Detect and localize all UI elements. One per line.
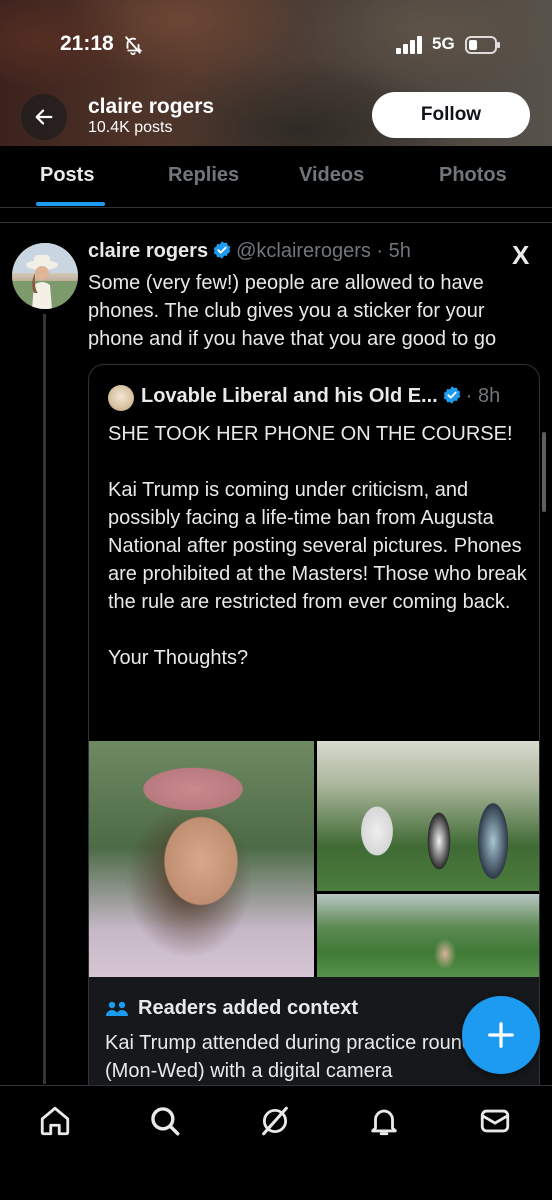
follow-button[interactable]: Follow [372, 92, 530, 138]
verified-badge-icon [213, 241, 231, 259]
context-title: Readers added context [138, 997, 359, 1019]
media-grid [89, 741, 539, 977]
media-image[interactable] [89, 741, 314, 977]
x-logo-icon: X [512, 240, 530, 270]
thread-line [43, 314, 46, 1084]
profile-tabs: Posts Replies Videos Photos [0, 146, 552, 208]
avatar[interactable] [12, 243, 78, 309]
verified-badge-icon [443, 386, 460, 404]
section-divider [0, 222, 552, 223]
arrow-left-icon [35, 109, 53, 125]
tweet-author[interactable]: claire rogers @kclairerogers · 5h [88, 240, 411, 263]
messages-icon[interactable] [478, 1104, 512, 1138]
plus-icon [488, 1022, 514, 1048]
search-icon[interactable] [148, 1104, 182, 1138]
media-image[interactable] [317, 894, 539, 977]
quote-time: · 8h [465, 385, 501, 407]
signal-icon [396, 36, 422, 54]
quote-avatar [108, 385, 134, 411]
users-icon [106, 1001, 128, 1016]
author-name: claire rogers [88, 240, 209, 262]
tweet-text: Some (very few!) people are allowed to h… [88, 272, 497, 350]
author-handle-time: @kclairerogers · 5h [236, 240, 411, 262]
quote-author-name: Lovable Liberal and his Old E... [141, 385, 438, 407]
home-icon[interactable] [38, 1104, 72, 1138]
bottom-nav [0, 1085, 552, 1200]
bell-off-icon [124, 36, 143, 56]
network-type: 5G [432, 34, 455, 53]
tab-replies[interactable]: Replies [168, 164, 239, 187]
quote-author: Lovable Liberal and his Old E... · 8h [141, 385, 500, 408]
scrollbar[interactable] [542, 432, 546, 512]
profile-name: claire rogers [88, 95, 215, 118]
status-bar: 21:18 5G [0, 30, 552, 62]
tab-posts[interactable]: Posts [40, 164, 94, 187]
active-tab-indicator [36, 202, 105, 206]
tab-photos[interactable]: Photos [439, 164, 507, 187]
tab-videos[interactable]: Videos [299, 164, 364, 187]
avatar-image [12, 243, 78, 309]
quote-text: SHE TOOK HER PHONE ON THE COURSE! Kai Tr… [108, 423, 527, 669]
battery-icon [465, 36, 500, 54]
compose-button[interactable] [462, 996, 540, 1074]
notifications-icon[interactable] [367, 1104, 401, 1138]
status-time: 21:18 [60, 32, 114, 55]
grok-icon[interactable] [258, 1104, 292, 1138]
post-count: 10.4K posts [88, 119, 173, 136]
back-button[interactable] [21, 94, 67, 140]
media-image[interactable] [317, 741, 539, 891]
